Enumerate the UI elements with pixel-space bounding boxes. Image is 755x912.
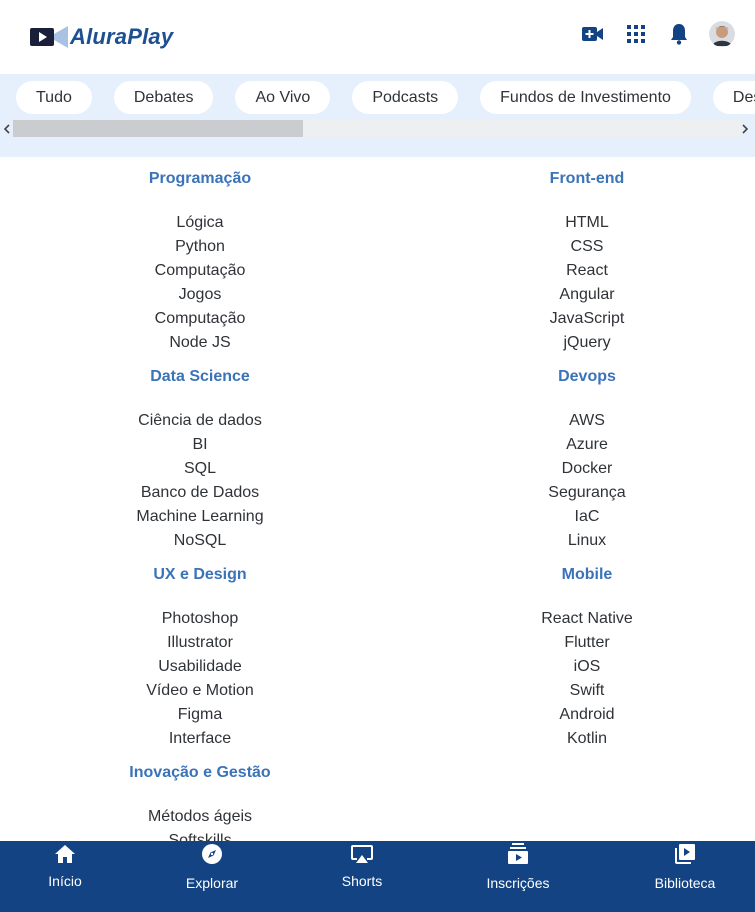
group-title[interactable]: Front-end	[397, 167, 755, 191]
menu-item[interactable]: Lógica	[10, 211, 390, 235]
chip-fundos-de-investimento[interactable]: Fundos de Investimento	[480, 81, 691, 114]
nav-label: Shorts	[341, 873, 383, 889]
scroll-left-icon[interactable]	[0, 120, 13, 137]
menu-item[interactable]: AWS	[397, 409, 755, 433]
menu-item[interactable]: CSS	[397, 235, 755, 259]
menu-item[interactable]: Ciência de dados	[10, 409, 390, 433]
menu-item[interactable]: Kotlin	[397, 727, 755, 751]
menu-item[interactable]: SQL	[10, 457, 390, 481]
nav-inscricoes[interactable]: Inscrições	[463, 841, 573, 912]
menu-item[interactable]: IaC	[397, 505, 755, 529]
menu-item[interactable]: Métodos ágeis	[10, 805, 390, 829]
group-title[interactable]: Devops	[397, 365, 755, 389]
notification-bell-icon[interactable]	[666, 20, 692, 48]
subscriptions-icon	[505, 841, 531, 867]
nav-label: Biblioteca	[654, 875, 716, 891]
menu-item[interactable]: Jogos	[10, 283, 390, 307]
menu-item[interactable]: Computação	[10, 259, 390, 283]
menu-item[interactable]: Angular	[397, 283, 755, 307]
menu-item[interactable]: Azure	[397, 433, 755, 457]
nav-shorts[interactable]: Shorts	[307, 841, 417, 912]
menu-item[interactable]: Python	[10, 235, 390, 259]
menu-item[interactable]: Swift	[397, 679, 755, 703]
avatar[interactable]	[709, 21, 735, 47]
menu-item[interactable]: NoSQL	[10, 529, 390, 553]
menu-item[interactable]: BI	[10, 433, 390, 457]
chips-scrollbar[interactable]	[0, 120, 755, 137]
menu-item[interactable]: Android	[397, 703, 755, 727]
menu-item[interactable]: Figma	[10, 703, 390, 727]
nav-label: Explorar	[185, 875, 239, 891]
menu-item[interactable]: HTML	[397, 211, 755, 235]
group-title[interactable]: Data Science	[10, 365, 390, 389]
group-title[interactable]: Programação	[10, 167, 390, 191]
nav-inicio[interactable]: Início	[10, 841, 120, 912]
menu-item[interactable]: Docker	[397, 457, 755, 481]
nav-biblioteca[interactable]: Biblioteca	[630, 841, 740, 912]
top-header: AluraPlay	[0, 0, 755, 74]
add-video-icon[interactable]	[580, 20, 606, 48]
menu-item[interactable]: Computação	[10, 307, 390, 331]
menu-item[interactable]: Machine Learning	[10, 505, 390, 529]
home-icon	[52, 841, 78, 867]
menu-item[interactable]: Interface	[10, 727, 390, 751]
chip-ao-vivo[interactable]: Ao Vivo	[235, 81, 331, 114]
nav-label: Inscrições	[486, 875, 550, 891]
chip-debates[interactable]: Debates	[113, 81, 214, 114]
menu-item[interactable]: Segurança	[397, 481, 755, 505]
menu-item[interactable]: React Native	[397, 607, 755, 631]
menu-item[interactable]: iOS	[397, 655, 755, 679]
apps-grid-icon[interactable]	[623, 20, 649, 48]
chip-podcasts[interactable]: Podcasts	[352, 81, 459, 114]
menu-group-front-end: Front-end HTML CSS React Angular JavaScr…	[397, 167, 755, 355]
chip-desenho[interactable]: Desenho	[712, 81, 755, 114]
menu-group-data-science: Data Science Ciência de dados BI SQL Ban…	[10, 365, 390, 553]
menu-group-devops: Devops AWS Azure Docker Segurança IaC Li…	[397, 365, 755, 553]
menu-column-right: Front-end HTML CSS React Angular JavaScr…	[397, 157, 755, 751]
group-title[interactable]: Inovação e Gestão	[10, 761, 390, 785]
menu-group-programacao: Programação Lógica Python Computação Jog…	[10, 167, 390, 355]
app-page: AluraPlay Tudo Debates Ao Vivo Podcasts …	[0, 0, 755, 912]
play-camera-logo-icon	[30, 26, 68, 48]
bottom-navigation: Início Explorar Shorts Inscrições Biblio…	[0, 841, 755, 912]
logo-text: AluraPlay	[70, 24, 174, 49]
chip-tudo[interactable]: Tudo	[16, 81, 92, 114]
menu-item[interactable]: JavaScript	[397, 307, 755, 331]
menu-column-left: Programação Lógica Python Computação Jog…	[10, 157, 390, 841]
scroll-right-icon[interactable]	[739, 120, 752, 137]
scrollbar-thumb[interactable]	[13, 120, 303, 137]
filter-chips-bar: Tudo Debates Ao Vivo Podcasts Fundos de …	[0, 74, 755, 157]
aluraplay-logo[interactable]: AluraPlay	[30, 22, 173, 52]
menu-group-ux-design: UX e Design Photoshop Illustrator Usabil…	[10, 563, 390, 751]
menu-item[interactable]: Softskills	[10, 829, 390, 841]
library-icon	[672, 841, 698, 867]
menu-item[interactable]: Node JS	[10, 331, 390, 355]
header-actions	[563, 20, 735, 48]
menu-item[interactable]: React	[397, 259, 755, 283]
menu-item[interactable]: Banco de Dados	[10, 481, 390, 505]
menu-item[interactable]: jQuery	[397, 331, 755, 355]
menu-item[interactable]: Linux	[397, 529, 755, 553]
menu-item[interactable]: Vídeo e Motion	[10, 679, 390, 703]
menu-group-mobile: Mobile React Native Flutter iOS Swift An…	[397, 563, 755, 751]
nav-label: Início	[48, 873, 82, 889]
menu-item[interactable]: Usabilidade	[10, 655, 390, 679]
group-title[interactable]: Mobile	[397, 563, 755, 587]
compass-icon	[199, 841, 225, 867]
filter-chips: Tudo Debates Ao Vivo Podcasts Fundos de …	[16, 81, 755, 114]
menu-item[interactable]: Illustrator	[10, 631, 390, 655]
menu-item[interactable]: Flutter	[397, 631, 755, 655]
category-menu: Programação Lógica Python Computação Jog…	[0, 157, 755, 841]
menu-item[interactable]: Photoshop	[10, 607, 390, 631]
nav-explorar[interactable]: Explorar	[157, 841, 267, 912]
cast-screen-icon	[349, 841, 375, 867]
menu-group-inovacao-gestao: Inovação e Gestão Métodos ágeis Softskil…	[10, 761, 390, 841]
group-title[interactable]: UX e Design	[10, 563, 390, 587]
